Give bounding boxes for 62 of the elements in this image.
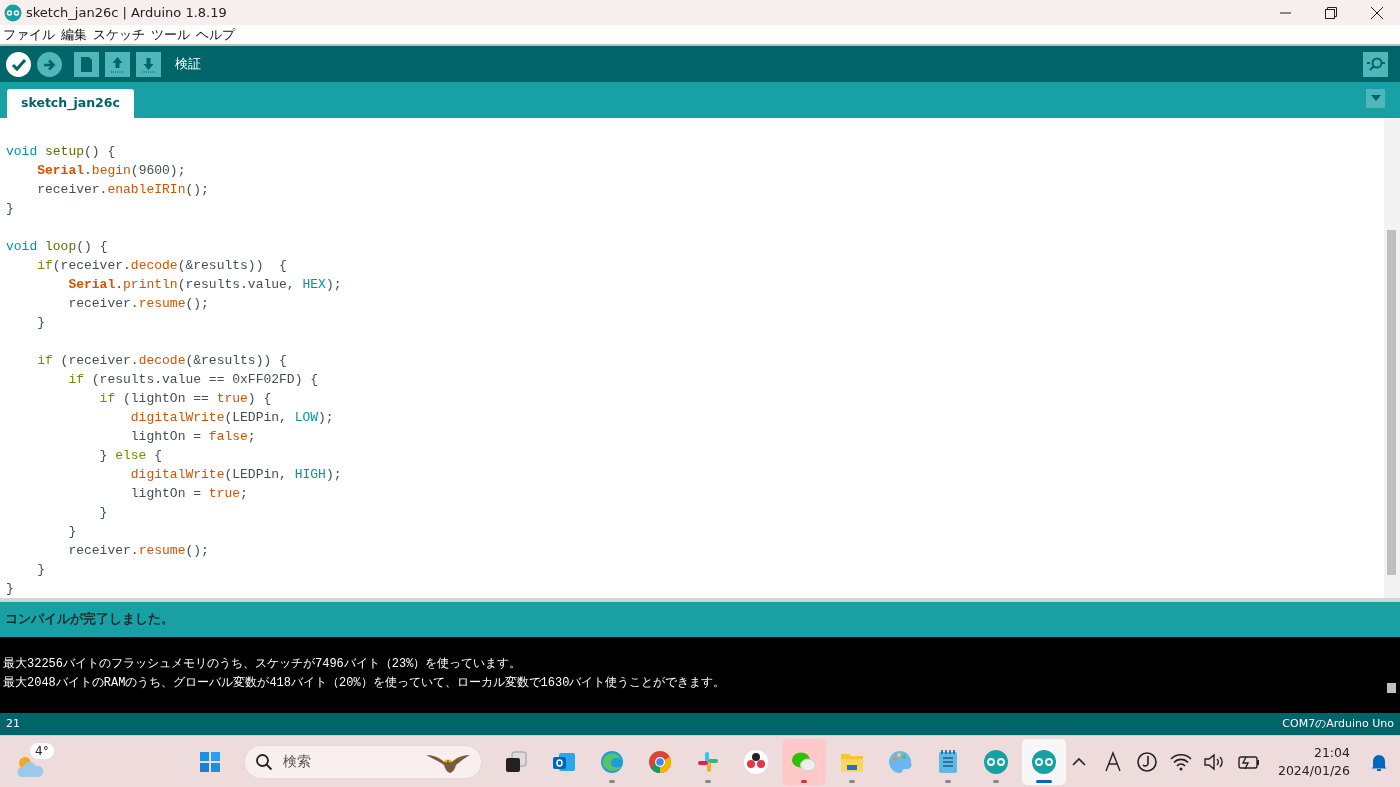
upload-button[interactable] — [37, 51, 62, 77]
menu-item[interactable]: ツール — [148, 25, 193, 44]
code-line: receiver.resume(); — [67, 295, 210, 313]
open-button[interactable] — [105, 51, 130, 77]
code-line: if (lightOn == true) { — [98, 390, 273, 408]
temperature: 4° — [30, 742, 54, 759]
app-logo-icon — [4, 3, 22, 22]
code-line: receiver.enableIRIn(); — [36, 181, 210, 199]
code-line: if (receiver.decode(&results)) { — [36, 352, 288, 370]
verify-button[interactable] — [6, 51, 31, 77]
code-line: if(receiver.decode(&results)) { — [36, 257, 288, 275]
code-line: void setup() { — [5, 143, 117, 161]
code-line: digitalWrite(LEDPin, HIGH); — [129, 466, 343, 484]
menu-item[interactable]: ファイル — [0, 25, 58, 44]
serial-monitor-button[interactable] — [1363, 51, 1388, 77]
code-line: if (results.value == 0xFF02FD) { — [67, 371, 320, 389]
save-button[interactable] — [136, 51, 161, 77]
line-number: 21 — [6, 715, 20, 732]
code-line: lightOn = true; — [129, 485, 249, 503]
scrollbar-thumb[interactable] — [1387, 230, 1396, 575]
window-title: sketch_jan26c | Arduino 1.8.19 — [26, 3, 227, 22]
scrollbar-thumb[interactable] — [1387, 683, 1396, 693]
palette-icon — [886, 748, 913, 775]
code-line: } — [36, 314, 46, 332]
code-line: receiver.resume(); — [67, 542, 210, 560]
menu-item[interactable]: ヘルプ — [193, 25, 238, 44]
restore-icon — [1325, 6, 1337, 19]
code-line: } — [36, 561, 46, 579]
code-line: lightOn = false; — [129, 428, 257, 446]
new-button[interactable] — [74, 51, 99, 77]
search-icon — [254, 752, 273, 771]
clock-time: 21:04 — [1312, 743, 1350, 762]
code-line: digitalWrite(LEDPin, LOW); — [129, 409, 335, 427]
clock-date: 2024/01/26 — [1277, 761, 1350, 780]
console-line: 最大32256バイトのフラッシュメモリのうち、スケッチが7496バイト（23%）を使っています。 — [3, 656, 523, 673]
browser-icon — [598, 748, 625, 775]
cloud-sun-icon — [16, 754, 46, 779]
minimize-icon — [1279, 11, 1291, 14]
sketch-tab[interactable]: sketch_jan26c — [7, 89, 134, 118]
code-line: } — [5, 580, 15, 598]
infinity-icon — [1030, 748, 1057, 775]
browser-icon — [646, 748, 673, 775]
tab-menu-button[interactable] — [1366, 88, 1385, 108]
board-port: COM7のArduino Uno — [1282, 715, 1394, 732]
code-line: Serial.begin(9600); — [36, 162, 187, 180]
code-line: } else { — [98, 447, 164, 465]
code-line: Serial.println(results.value, HEX); — [67, 276, 343, 294]
infinity-icon — [982, 748, 1009, 775]
compile-status: コンパイルが完了しました。 — [4, 610, 174, 629]
close-icon — [1371, 6, 1383, 19]
code-line: void loop() { — [5, 238, 109, 256]
toolbar-hint: 検証 — [175, 54, 201, 73]
caret-icon — [1370, 95, 1381, 101]
code-line: } — [98, 504, 109, 522]
code-line: } — [67, 523, 78, 541]
search-field[interactable]: 検索 — [280, 750, 401, 773]
search-bar[interactable]: 検索 — [243, 744, 482, 779]
dots-icon — [742, 748, 769, 775]
menu-item[interactable]: スケッチ — [90, 25, 148, 44]
console-line: 最大2048バイトのRAMのうち、グローバル変数が418バイト（20%）を使っていて、ローカル変数で1630バイト使うことができます。 — [3, 675, 727, 692]
code-line: } — [5, 200, 15, 218]
menu-item[interactable]: 編集 — [58, 25, 90, 44]
